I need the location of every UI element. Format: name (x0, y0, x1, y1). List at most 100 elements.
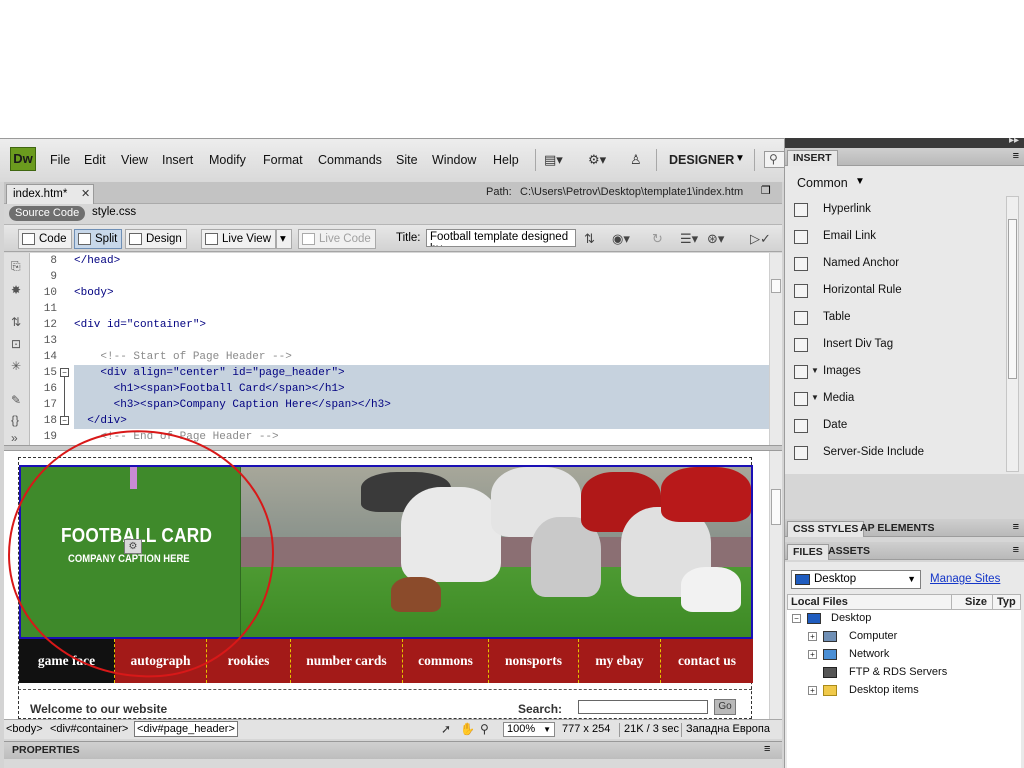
layout-icon[interactable]: ▤▾ (544, 152, 563, 168)
zoom-tool-icon[interactable]: ⚲ (480, 722, 489, 736)
view-options-icon[interactable]: ☰▾ (680, 231, 698, 247)
page-header-div[interactable]: FOOTBALL CARD COMPANY CAPTION HERE ⚙ (19, 465, 753, 639)
hand-tool-icon[interactable]: ✋ (460, 722, 475, 736)
insert-item-date[interactable]: Date (785, 414, 1007, 441)
menu-site[interactable]: Site (396, 153, 418, 167)
tree-item-network[interactable]: + Network (787, 646, 1021, 664)
browser-preview-icon[interactable]: ◉▾ (612, 231, 630, 247)
validate-icon[interactable]: ▷✓ (750, 231, 771, 247)
tree-item-desktop-items[interactable]: + Desktop items (787, 682, 1021, 700)
menu-format[interactable]: Format (263, 153, 303, 167)
insert-item-hyperlink[interactable]: Hyperlink (785, 198, 1007, 225)
menu-insert[interactable]: Insert (162, 153, 193, 167)
live-view-dropdown[interactable]: ▾ (276, 229, 292, 249)
expand-all-icon[interactable]: ✳ (11, 359, 21, 373)
nav-item-rookies[interactable]: rookies (207, 639, 291, 683)
menu-commands[interactable]: Commands (318, 153, 382, 167)
column-type[interactable]: Typ (997, 596, 1016, 608)
expand-toggle-icon[interactable]: + (808, 650, 817, 659)
code-scrollbar[interactable] (769, 253, 782, 445)
more-tools-icon[interactable]: » (11, 431, 18, 445)
menu-modify[interactable]: Modify (209, 153, 246, 167)
tag-selector-body[interactable]: <body> (6, 723, 43, 735)
tag-selector-page-header[interactable]: <div#page_header> (134, 721, 238, 737)
menu-view[interactable]: View (121, 153, 148, 167)
insert-item-email-link[interactable]: Email Link (785, 225, 1007, 252)
chevron-down-icon[interactable]: ▼ (735, 153, 745, 164)
select-parent-tag-icon[interactable]: ✎ (11, 393, 21, 407)
split-view-button[interactable]: Split (74, 229, 123, 249)
workspace-switcher[interactable]: DESIGNER (669, 153, 734, 167)
site-caption[interactable]: COMPANY CAPTION HERE (68, 553, 190, 565)
tag-selector-container[interactable]: <div#container> (50, 723, 128, 735)
collapse-tag-icon[interactable]: ⇅ (11, 315, 21, 329)
refresh-icon[interactable]: ↻ (652, 231, 663, 247)
tree-item-ftp-rds[interactable]: FTP & RDS Servers (787, 664, 1021, 682)
menu-window[interactable]: Window (432, 153, 476, 167)
site-select[interactable]: Desktop ▼ (791, 570, 921, 589)
tab-ap-elements[interactable]: AP ELEMENTS (855, 521, 939, 537)
file-management-icon[interactable]: ⇅ (584, 231, 595, 247)
chevron-down-icon[interactable]: ▼ (855, 176, 865, 187)
live-view-button[interactable]: Live View (201, 229, 277, 249)
visual-aids-icon[interactable]: ⊛▾ (707, 231, 724, 247)
panel-menu-icon[interactable]: ≡ (1013, 544, 1019, 556)
open-documents-icon[interactable]: ⎘ (11, 259, 21, 274)
show-code-navigator-icon[interactable]: ✸ (11, 283, 21, 297)
tab-css-styles[interactable]: CSS STYLES (787, 521, 865, 537)
properties-panel-header[interactable]: PROPERTIES ≡ (4, 741, 782, 759)
nav-item-number-cards[interactable]: number cards (291, 639, 403, 683)
expand-toggle-icon[interactable]: + (808, 686, 817, 695)
insert-item-div-tag[interactable]: Insert Div Tag (785, 333, 1007, 360)
tab-insert[interactable]: INSERT (787, 150, 838, 166)
related-file-style-css[interactable]: style.css (92, 206, 136, 218)
nav-item-commons[interactable]: commons (403, 639, 489, 683)
tree-item-computer[interactable]: + Computer (787, 628, 1021, 646)
insert-item-media[interactable]: ▼ Media (785, 387, 1007, 414)
scroll-thumb[interactable] (1008, 219, 1017, 379)
tree-item-desktop[interactable]: − Desktop (787, 610, 1021, 628)
insert-category-select[interactable]: Common (797, 176, 848, 190)
insert-item-named-anchor[interactable]: Named Anchor (785, 252, 1007, 279)
site-icon[interactable]: ♙ (630, 152, 642, 168)
collapse-selection-icon[interactable]: ⊡ (11, 337, 21, 351)
tab-index-htm[interactable]: index.htm* ✕ (6, 184, 94, 204)
column-size[interactable]: Size (965, 596, 987, 608)
manage-sites-link[interactable]: Manage Sites (930, 573, 1000, 585)
select-tool-icon[interactable]: ➚ (441, 722, 451, 736)
nav-item-game-face[interactable]: game face (19, 639, 115, 683)
code-view-button[interactable]: Code (18, 229, 72, 249)
source-code-button[interactable]: Source Code (9, 206, 86, 221)
design-view[interactable]: FOOTBALL CARD COMPANY CAPTION HERE ⚙ gam… (4, 451, 769, 719)
scroll-thumb[interactable] (771, 489, 781, 525)
insert-item-table[interactable]: Table (785, 306, 1007, 333)
invisible-element-icon[interactable]: ⚙ (124, 539, 142, 554)
nav-item-nonsports[interactable]: nonsports (489, 639, 579, 683)
close-icon[interactable]: ✕ (81, 187, 90, 200)
panel-menu-icon[interactable]: ≡ (1013, 150, 1019, 162)
insert-item-images[interactable]: ▼ Images (785, 360, 1007, 387)
nav-item-contact-us[interactable]: contact us (661, 639, 753, 683)
gear-icon[interactable]: ⚙▾ (588, 152, 606, 168)
design-scrollbar[interactable] (769, 451, 782, 719)
dropdown-arrow-icon[interactable]: ▼ (811, 366, 819, 375)
restore-icon[interactable]: ❐ (761, 184, 771, 197)
insert-item-server-side-include[interactable]: Server-Side Include (785, 441, 1007, 468)
insert-item-horizontal-rule[interactable]: Horizontal Rule (785, 279, 1007, 306)
column-divider[interactable] (951, 595, 952, 610)
window-size[interactable]: 777 x 254 (562, 723, 610, 735)
collapse-toggle-icon[interactable]: − (792, 614, 801, 623)
nav-item-my-ebay[interactable]: my ebay (579, 639, 661, 683)
expand-toggle-icon[interactable]: + (808, 632, 817, 641)
design-view-button[interactable]: Design (125, 229, 187, 249)
panel-menu-icon[interactable]: ≡ (764, 743, 770, 755)
nav-item-autograph[interactable]: autograph (115, 639, 207, 683)
dropdown-arrow-icon[interactable]: ▼ (811, 393, 819, 402)
menu-file[interactable]: File (50, 153, 70, 167)
collapse-dock-icon[interactable]: ▸▸ (1009, 135, 1019, 146)
title-field[interactable]: Football template designed by (426, 229, 576, 247)
collapse-toggle-icon[interactable]: − (60, 368, 69, 377)
menu-help[interactable]: Help (493, 153, 519, 167)
code-view[interactable]: 8 </head> 9 10 <body> 11 12 <div id="contai… (30, 253, 769, 445)
menu-edit[interactable]: Edit (84, 153, 106, 167)
